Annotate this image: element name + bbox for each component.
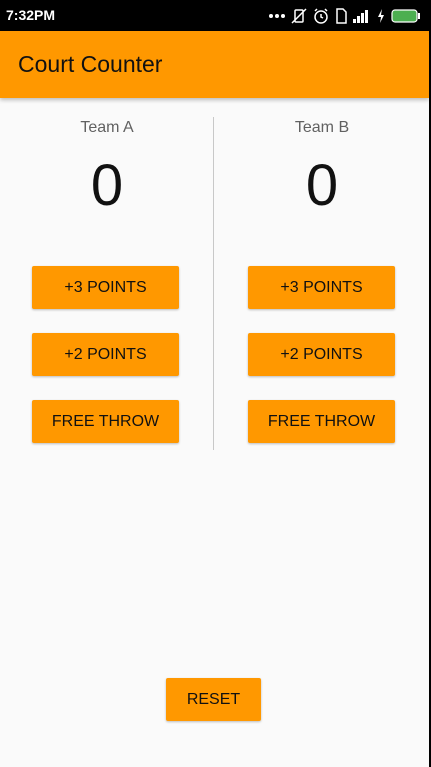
sim-icon bbox=[335, 8, 347, 24]
team-divider bbox=[213, 117, 214, 450]
team-b-plus-2-button[interactable]: +2 POINTS bbox=[248, 333, 395, 376]
more-dots-icon bbox=[269, 13, 285, 19]
battery-icon bbox=[391, 9, 421, 23]
team-b-name: Team B bbox=[294, 119, 350, 136]
team-a-plus-2-button[interactable]: +2 POINTS bbox=[32, 333, 179, 376]
team-a-name: Team A bbox=[80, 119, 134, 136]
reset-button[interactable]: RESET bbox=[166, 678, 261, 721]
team-a-panel: Team A 0 +3 POINTS +2 POINTS FREE THROW bbox=[0, 98, 214, 458]
team-a-score: 0 bbox=[90, 153, 124, 218]
team-a-plus-3-button[interactable]: +3 POINTS bbox=[32, 266, 179, 309]
app-bar: Court Counter bbox=[0, 31, 429, 98]
team-b-plus-3-button[interactable]: +3 POINTS bbox=[248, 266, 395, 309]
app-screen: 7:32PM Court Counter Team A 0 +3 POINTS … bbox=[0, 0, 429, 767]
status-time: 7:32PM bbox=[6, 7, 56, 23]
team-a-free-throw-button[interactable]: FREE THROW bbox=[32, 400, 179, 443]
charging-icon bbox=[377, 9, 385, 23]
signal-icon bbox=[353, 9, 371, 23]
app-title: Court Counter bbox=[18, 51, 163, 77]
team-b-panel: Team B 0 +3 POINTS +2 POINTS FREE THROW bbox=[215, 98, 429, 458]
mute-icon bbox=[291, 8, 307, 24]
status-icons bbox=[269, 6, 421, 26]
status-bar: 7:32PM bbox=[0, 0, 429, 31]
team-b-score: 0 bbox=[305, 153, 339, 218]
team-b-free-throw-button[interactable]: FREE THROW bbox=[248, 400, 395, 443]
alarm-icon bbox=[313, 8, 329, 24]
